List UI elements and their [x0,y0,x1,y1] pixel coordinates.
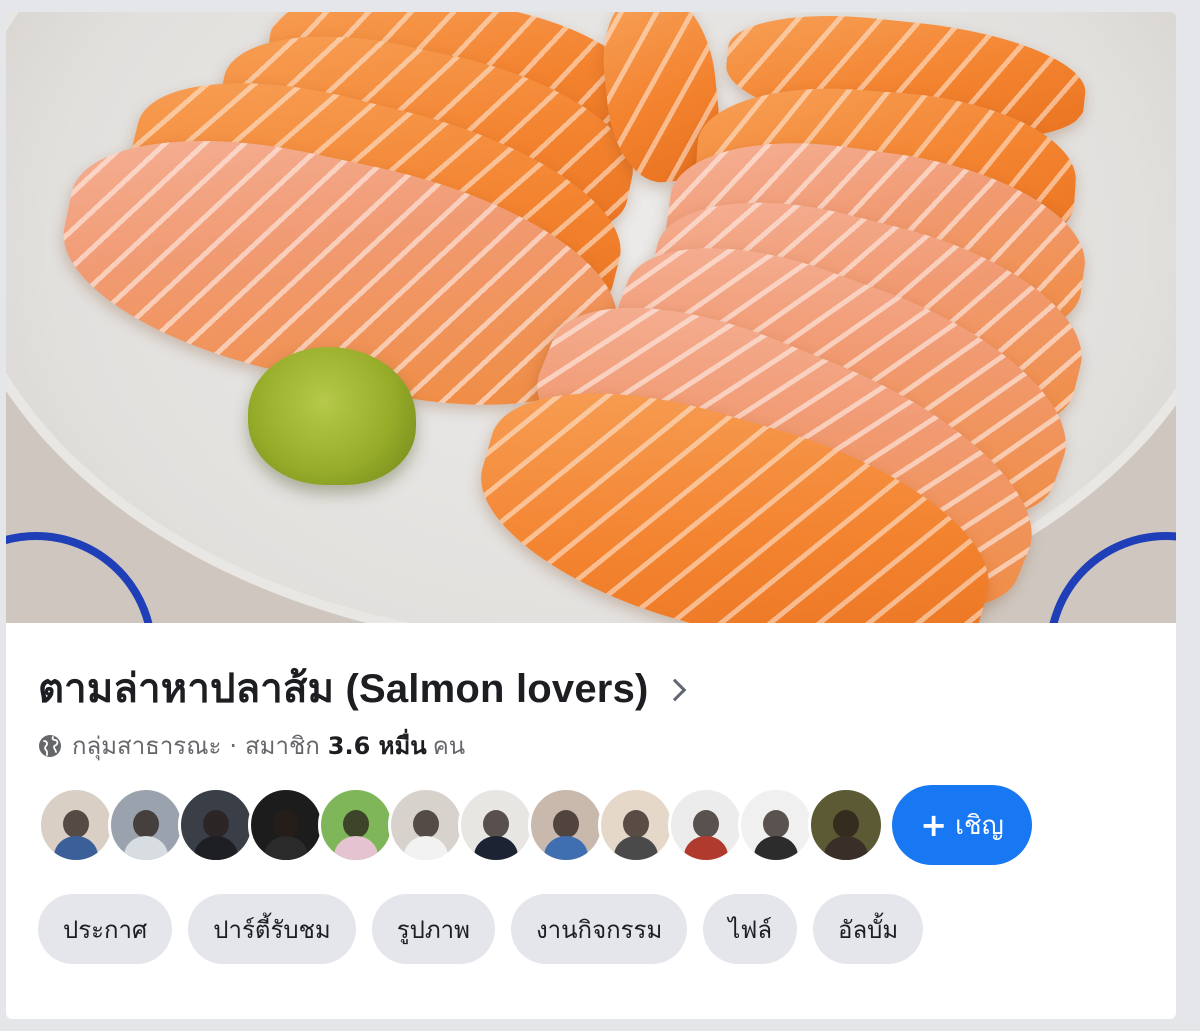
avatar-head-shape [133,810,159,838]
avatar[interactable] [668,787,744,863]
avatar-head-shape [343,810,369,838]
avatar[interactable] [388,787,464,863]
avatar-head-shape [623,810,649,838]
avatar-head-shape [63,810,89,838]
tab-events[interactable]: งานกิจกรรม [510,894,688,964]
invite-label: เชิญ [955,810,1004,841]
avatar-body-shape [404,836,448,860]
group-title-row[interactable]: ตามล่าหาปลาส้ม (Salmon lovers) [38,656,686,720]
members-unit[interactable]: คน [433,726,465,765]
invite-button[interactable]: + เชิญ [892,785,1032,865]
avatar[interactable] [738,787,814,863]
avatar-head-shape [763,810,789,838]
avatar[interactable] [108,787,184,863]
members-label[interactable]: สมาชิก [245,726,320,765]
avatar-body-shape [264,836,308,860]
avatar-body-shape [544,836,588,860]
avatar-head-shape [273,810,299,838]
meta-separator: · [229,731,237,760]
avatar[interactable] [178,787,254,863]
avatar-body-shape [754,836,798,860]
avatar[interactable] [458,787,534,863]
avatar-body-shape [54,836,98,860]
avatar-body-shape [684,836,728,860]
plate-rim-right [1046,532,1176,623]
wasabi-shape [248,347,416,485]
avatar-body-shape [194,836,238,860]
avatar-head-shape [693,810,719,838]
tab-albums[interactable]: อัลบั้ม [813,894,924,964]
tab-announcements[interactable]: ประกาศ [38,894,173,964]
plus-icon: + [920,806,948,844]
member-avatars: + เชิญ [38,785,1032,865]
avatar-body-shape [334,836,378,860]
tab-photos[interactable]: รูปภาพ [371,894,495,964]
avatar-body-shape [824,836,868,860]
avatar[interactable] [318,787,394,863]
avatar[interactable] [808,787,884,863]
avatar[interactable] [38,787,114,863]
tab-watch-party[interactable]: ปาร์ตี้รับชม [188,894,356,964]
avatar[interactable] [598,787,674,863]
avatar-head-shape [833,810,859,838]
avatar[interactable] [248,787,324,863]
members-count[interactable]: 3.6 หมื่น [328,726,427,765]
plate-rim-left [6,532,156,623]
avatar[interactable] [528,787,604,863]
group-title[interactable]: ตามล่าหาปลาส้ม (Salmon lovers) [38,656,649,720]
group-tabs: ประกาศ ปาร์ตี้รับชม รูปภาพ งานกิจกรรม ไฟ… [38,894,939,964]
privacy-label: กลุ่มสาธารณะ [72,732,222,760]
avatar-head-shape [483,810,509,838]
group-header-card: ตามล่าหาปลาส้ม (Salmon lovers) กลุ่มสาธา… [6,12,1176,1019]
cover-photo[interactable] [6,12,1176,623]
chevron-right-icon[interactable] [663,678,686,702]
avatar-head-shape [413,810,439,838]
group-meta: กลุ่มสาธารณะ · สมาชิก 3.6 หมื่น คน [38,726,465,765]
avatar-body-shape [124,836,168,860]
avatar-body-shape [614,836,658,860]
globe-icon [39,734,61,757]
avatar-body-shape [474,836,518,860]
avatar-head-shape [203,810,229,838]
tab-files[interactable]: ไฟล์ [703,894,798,964]
avatar-head-shape [553,810,579,838]
